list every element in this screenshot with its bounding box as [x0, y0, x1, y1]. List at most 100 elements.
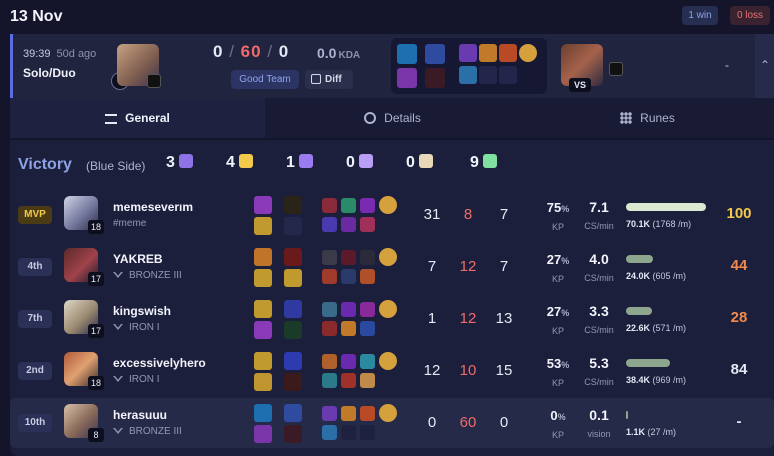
item-icon — [322, 373, 337, 388]
item-icon — [322, 302, 337, 317]
tier-icon — [113, 272, 123, 278]
rune-icon — [284, 196, 302, 214]
item-icon — [360, 373, 375, 388]
cs-label: CS/min — [584, 325, 614, 335]
champion-level: 17 — [88, 272, 104, 286]
damage-per-min: (1768 /m) — [652, 219, 692, 229]
diff-button[interactable]: Diff — [305, 70, 353, 89]
player-name[interactable]: herasuuu — [113, 408, 167, 422]
vision-score: 0.1 — [589, 407, 609, 423]
damage-bar-fill — [626, 255, 654, 263]
collapse-button[interactable]: ⌃ — [755, 34, 774, 98]
kp-value: 75 — [546, 200, 562, 215]
item-icon — [322, 321, 337, 336]
diff-icon — [311, 74, 321, 84]
rune-icon — [284, 217, 302, 235]
kda-kills: 0 — [213, 42, 224, 61]
dragon-icon — [238, 154, 253, 168]
tier-icon — [113, 376, 123, 382]
empty-slot — [499, 66, 517, 84]
kp-label: KP — [551, 378, 564, 388]
player-tier-label: BRONZE III — [129, 426, 182, 437]
item-icon — [341, 321, 356, 336]
damage-stats: 70.1K (1768 /m) — [626, 219, 691, 229]
kda-deaths: 60 — [240, 42, 262, 61]
player-name[interactable]: memeseverım — [113, 200, 193, 214]
damage-total: 1.1K — [626, 427, 646, 437]
cs-label: CS/min — [584, 377, 614, 387]
kills: 0 — [427, 414, 437, 431]
player-row[interactable]: MVP 18 memeseverım #meme 31 8 7 75% KP 7… — [10, 190, 774, 240]
trinket-icon — [379, 196, 397, 214]
damage-total: 22.6K — [626, 323, 651, 333]
player-row[interactable]: 7th 17 kingswish IRON I 1 12 13 27% KP 3… — [10, 294, 774, 344]
match-ago: 50d ago — [56, 48, 97, 60]
player-name[interactable]: YAKREB — [113, 252, 163, 266]
item-icon — [322, 425, 337, 440]
trinket-icon — [379, 248, 397, 266]
tab-runes[interactable]: Runes — [520, 98, 774, 138]
deaths: 12 — [459, 258, 477, 275]
cs-per-min: 5.3 — [589, 355, 609, 371]
kills: 7 — [427, 258, 437, 275]
item-icon — [341, 217, 356, 232]
champion-level: 18 — [88, 220, 104, 234]
match-summary[interactable]: 39:39 50d ago Solo/Duo 0 / 60 / 0 0.0 KDA … — [10, 34, 774, 98]
tab-details[interactable]: Details — [265, 98, 520, 138]
empty-slot — [341, 425, 356, 440]
player-tier: IRON I — [113, 374, 160, 385]
spell-icon — [254, 217, 272, 235]
player-name[interactable]: excessivelyhero — [113, 356, 206, 370]
player-name[interactable]: kingswish — [113, 304, 171, 318]
pie-chart-icon — [364, 112, 377, 124]
kp-value: 27 — [546, 252, 562, 267]
kda-ratio-value: 0.0 — [317, 45, 337, 61]
player-row-self[interactable]: 10th 8 herasuuu BRONZE III 0 60 0 0% KP … — [10, 398, 774, 448]
player-tier: BRONZE III — [113, 426, 182, 437]
item-icon — [360, 406, 375, 421]
damage-per-min: (571 /m) — [652, 323, 687, 333]
player-row[interactable]: 2nd 18 excessivelyhero IRON I 12 10 15 5… — [10, 346, 774, 396]
damage-bar — [626, 255, 706, 263]
kp-value: 27 — [546, 304, 562, 319]
rune-icon — [284, 248, 302, 266]
rune-icon — [284, 404, 302, 422]
item-icon — [360, 250, 375, 265]
tab-general-label: General — [125, 111, 170, 125]
rune-icon — [284, 425, 302, 443]
item-icon — [479, 44, 497, 62]
damage-total: 38.4K — [626, 375, 651, 385]
item-icon — [341, 373, 356, 388]
damage-per-min: (27 /m) — [647, 427, 677, 437]
assists: 0 — [499, 414, 509, 431]
champion-level: 8 — [88, 428, 104, 442]
objective-value: 3 — [166, 154, 175, 171]
spell-icon — [254, 321, 272, 339]
kda-ratio: 0.0 KDA — [317, 45, 360, 61]
enemy-keystone-icon — [609, 62, 623, 76]
performance-score: 100 — [726, 205, 752, 222]
team-side: (Blue Side) — [86, 159, 146, 173]
player-tier: IRON I — [113, 322, 160, 333]
tier-icon — [113, 428, 123, 434]
damage-per-min: (605 /m) — [652, 271, 687, 281]
spell-icon — [254, 248, 272, 266]
tab-general[interactable]: General — [10, 98, 265, 138]
diff-label: Diff — [325, 74, 342, 85]
damage-bar — [626, 307, 706, 315]
player-tag: #meme — [113, 218, 147, 229]
match-time: 39:39 50d ago — [23, 48, 96, 60]
empty-slot — [479, 66, 497, 84]
damage-bar — [626, 411, 706, 419]
list-icon — [105, 114, 118, 124]
date-row: 13 Nov 1 win 0 loss — [0, 0, 774, 34]
wins-badge: 1 win — [682, 6, 718, 25]
baron-icon — [178, 154, 193, 168]
item-icon — [341, 406, 356, 421]
rune-icon — [284, 321, 302, 339]
player-row[interactable]: 4th 17 YAKREB BRONZE III 7 12 7 27% KP 4… — [10, 242, 774, 292]
spell-icon — [397, 68, 417, 88]
kill-participation: 0% — [538, 408, 578, 423]
objective-dragon: 4 — [226, 154, 253, 172]
cs-label: CS/min — [584, 221, 614, 231]
